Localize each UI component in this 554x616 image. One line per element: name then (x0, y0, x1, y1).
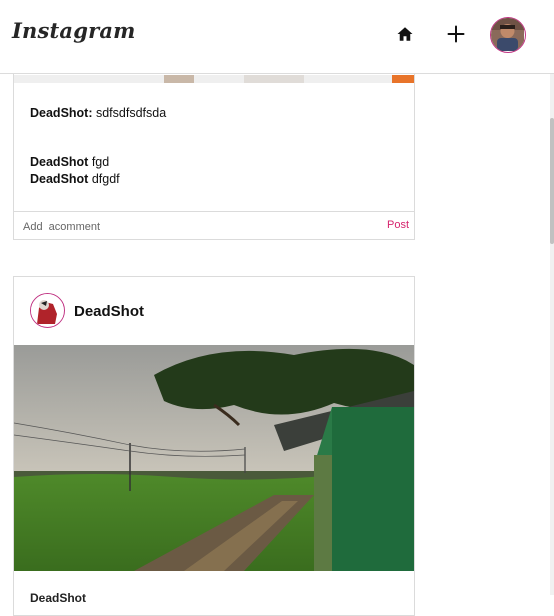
add-icon[interactable] (446, 24, 466, 44)
post-image-bottom (14, 75, 414, 83)
scrollbar-thumb[interactable] (550, 118, 554, 244)
post-author-avatar[interactable] (30, 293, 65, 328)
comment-username[interactable]: DeadShot (30, 155, 88, 169)
home-icon[interactable] (396, 25, 414, 43)
avatar-photo (31, 294, 63, 326)
comment-text: sdfsdfsdfsda (92, 106, 167, 120)
post-comment-button[interactable]: Post (387, 219, 409, 231)
comment-text: dfgdf (88, 172, 120, 186)
post-card: DeadShot DeadShot (13, 276, 415, 616)
post-photo (14, 345, 414, 571)
avatar-photo (491, 18, 524, 51)
post-header: DeadShot (14, 277, 414, 346)
post-author-username[interactable]: DeadShot (74, 303, 144, 320)
comment-text: fgd (88, 155, 110, 169)
top-navbar: Instagram (0, 0, 554, 74)
add-comment-input[interactable] (21, 217, 365, 237)
comment: DeadShot dfgdf (30, 171, 166, 188)
instagram-logo[interactable]: Instagram (12, 18, 136, 43)
add-comment-row: Post (14, 211, 414, 241)
comment-username[interactable]: DeadShot: (30, 106, 93, 120)
comment: DeadShot: sdfsdfsdfsda (30, 105, 166, 122)
post-caption: DeadShot (30, 591, 87, 605)
comment-list: DeadShot: sdfsdfsdfsda DeadShot fgd Dead… (30, 105, 166, 188)
comment: DeadShot fgd (30, 154, 166, 171)
comment-username[interactable]: DeadShot (30, 172, 88, 186)
profile-avatar[interactable] (490, 17, 526, 53)
